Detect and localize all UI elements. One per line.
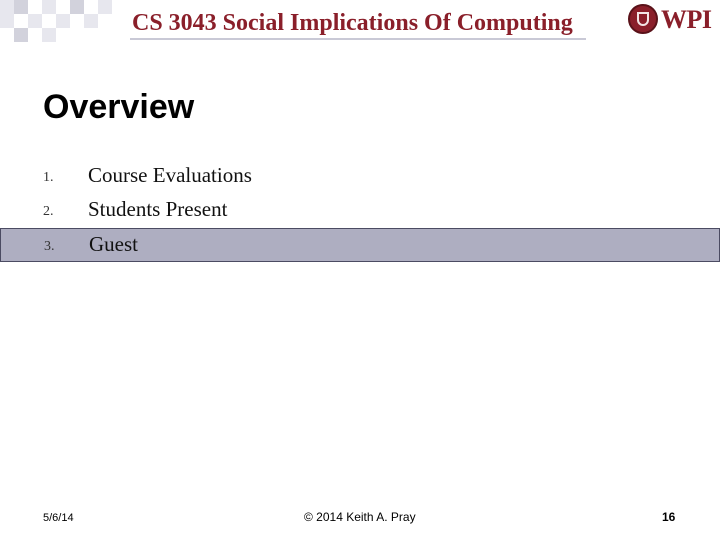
- agenda-item-label: Course Evaluations: [88, 163, 252, 187]
- agenda-item-number: 1.: [43, 170, 54, 185]
- agenda-item-label: Students Present: [88, 197, 228, 221]
- footer-date: 5/6/14: [43, 512, 74, 524]
- decorative-checker-pattern: [0, 0, 120, 42]
- agenda-item-label: Guest: [89, 232, 138, 256]
- agenda-item-number: 2.: [43, 204, 54, 219]
- footer-copyright: © 2014 Keith A. Pray: [304, 510, 416, 524]
- slide: CS 3043 Social Implications Of Computing…: [0, 0, 720, 540]
- wpi-logo: WPI: [628, 4, 716, 38]
- agenda-list: 1. Course Evaluations 2. Students Presen…: [0, 160, 720, 262]
- page-number: 16: [662, 510, 676, 524]
- agenda-item-number: 3.: [44, 239, 55, 254]
- logo-text: WPI: [661, 5, 712, 34]
- course-title: CS 3043 Social Implications Of Computing: [132, 10, 573, 36]
- agenda-item-guest: 3. Guest: [0, 228, 720, 262]
- header-divider: [130, 38, 586, 40]
- agenda-item-course-evaluations: 1. Course Evaluations: [0, 160, 720, 194]
- slide-title: Overview: [43, 88, 195, 126]
- wpi-seal-icon: [628, 4, 658, 34]
- agenda-item-students-present: 2. Students Present: [0, 194, 720, 228]
